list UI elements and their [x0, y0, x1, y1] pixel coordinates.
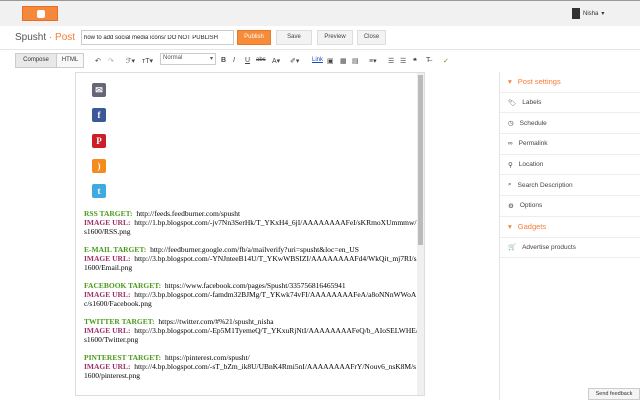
target-url: http://feedburner.google.com/fb/a/mailve… [150, 245, 359, 254]
link-entry: TWITTER TARGET: https://twitter.com/#%21… [84, 317, 419, 344]
text-color-icon[interactable]: A▾ [272, 57, 280, 65]
spellcheck-icon[interactable]: ✓ [443, 57, 449, 65]
sidebar-item-permalink[interactable]: ∞ Permalink [500, 134, 640, 155]
underline-icon[interactable]: U [245, 57, 250, 64]
scrollbar[interactable] [417, 73, 424, 395]
target-label: E-MAIL TARGET: [84, 245, 147, 254]
italic-icon[interactable]: I [233, 57, 235, 64]
link-entry: E-MAIL TARGET: http://feedburner.google.… [84, 245, 419, 272]
post-body-editor[interactable]: ✉ f P ) t RSS TARGET: http://feeds.feedb… [75, 72, 425, 396]
image-url-label: IMAGE URL: [84, 362, 131, 371]
account-menu[interactable]: Nisha ▾ [572, 8, 604, 19]
pin-icon: ⚲ [508, 161, 513, 169]
top-bar: Nisha ▾ [0, 0, 640, 26]
email-icon: ✉ [92, 83, 106, 97]
target-label: FACEBOOK TARGET: [84, 281, 162, 290]
jump-break-icon[interactable]: ▤ [352, 57, 359, 65]
image-url: http://4.bp.blogspot.com/-sT_bZm_ik8U/UB… [84, 362, 417, 380]
link-entry: FACEBOOK TARGET: https://www.facebook.co… [84, 281, 419, 308]
caret-icon: ▾ [508, 77, 512, 87]
sidebar-item-labels[interactable]: 🏷 Labels [500, 93, 640, 114]
image-url: http://3.bp.blogspot.com/-Ep5M1TyemeQ/T_… [84, 326, 418, 344]
bold-icon[interactable]: B [221, 57, 226, 64]
post-settings-header[interactable]: ▾ Post settings [500, 72, 640, 93]
image-url-label: IMAGE URL: [84, 218, 131, 227]
sidebar-item-search-description[interactable]: ⌕ Search Description [500, 175, 640, 197]
target-url: https://pinterest.com/spusht/ [164, 353, 250, 362]
target-url: https://www.facebook.com/pages/Spusht/33… [164, 281, 346, 290]
section-name: Post [55, 32, 76, 43]
image-url-label: IMAGE URL: [84, 326, 131, 335]
save-button[interactable]: Save [276, 30, 312, 45]
gear-icon: ⚙ [508, 202, 514, 210]
undo-icon[interactable]: ↶ [95, 57, 101, 65]
html-tab[interactable]: HTML [56, 53, 84, 68]
twitter-icon: t [92, 184, 106, 198]
clock-icon: ◷ [508, 120, 514, 128]
image-url-label: IMAGE URL: [84, 254, 131, 263]
link-icon: ∞ [508, 140, 513, 148]
font-family-icon[interactable]: ℱ▾ [126, 57, 135, 65]
remove-formatting-icon[interactable]: T̶ [426, 57, 430, 64]
user-name: Nisha [583, 10, 599, 17]
cart-icon: 🛒 [508, 244, 517, 252]
target-label: RSS TARGET: [84, 209, 133, 218]
chevron-down-icon: ▾ [601, 11, 605, 17]
post-settings-sidebar: ▾ Post settings 🏷 Labels ◷ Schedule ∞ Permal… [499, 72, 640, 400]
post-content: RSS TARGET: http://feeds.feedburner.com/… [84, 209, 419, 389]
sidebar-item-advertise-products[interactable]: 🛒 Advertise products [500, 238, 640, 259]
image-url: http://3.bp.blogspot.com/-YNJnteeB14U/T_… [84, 254, 417, 272]
numbered-list-icon[interactable]: ☰ [388, 57, 394, 65]
target-url: http://feeds.feedburner.com/spusht [136, 209, 241, 218]
tag-icon: 🏷 [508, 99, 517, 107]
sidebar-item-schedule[interactable]: ◷ Schedule [500, 113, 640, 135]
scrollbar-thumb[interactable] [418, 75, 423, 245]
post-title-input[interactable] [81, 30, 234, 45]
blogger-logo[interactable] [22, 6, 58, 21]
breadcrumb: Spusht · Post [15, 32, 75, 43]
post-bar: Spusht · Post Publish Save Preview Close [0, 26, 640, 50]
align-icon[interactable]: ≡▾ [369, 57, 377, 65]
highlight-icon[interactable]: ✐▾ [290, 57, 299, 65]
gadgets-header[interactable]: ▾ Gadgets [500, 217, 640, 238]
publish-button[interactable]: Publish [237, 30, 271, 45]
format-select[interactable]: Normal ▾ [160, 53, 216, 65]
image-url: http://3.bp.blogspot.com/-famdm32BJMg/T_… [84, 290, 417, 308]
rss-icon: ) [92, 159, 106, 173]
redo-icon[interactable]: ↷ [108, 57, 114, 65]
editor-toolbar: Compose HTML ↶ ↷ ℱ▾ ᴛT▾ Normal ▾ B I U ab… [0, 50, 640, 71]
font-size-icon[interactable]: ᴛT▾ [142, 57, 153, 65]
link-button[interactable]: Link [312, 57, 323, 63]
sidebar-item-options[interactable]: ⚙ Options [500, 196, 640, 217]
link-entry: RSS TARGET: http://feeds.feedburner.com/… [84, 209, 419, 236]
pinterest-icon: P [92, 134, 106, 148]
quote-icon[interactable]: ❝ [413, 57, 417, 65]
target-label: TWITTER TARGET: [84, 317, 155, 326]
target-label: PINTEREST TARGET: [84, 353, 162, 362]
video-icon[interactable]: ▦ [340, 57, 347, 65]
send-feedback-button[interactable]: Send feedback [588, 388, 640, 400]
image-icon[interactable]: ▣ [327, 57, 334, 65]
link-entry: PINTEREST TARGET: https://pinterest.com/… [84, 353, 419, 380]
compose-tab[interactable]: Compose [15, 53, 57, 68]
preview-button[interactable]: Preview [317, 30, 353, 45]
caret-icon: ▾ [508, 222, 512, 232]
image-url-label: IMAGE URL: [84, 290, 131, 299]
close-button[interactable]: Close [357, 30, 386, 45]
avatar [572, 8, 580, 19]
blog-name[interactable]: Spusht [15, 32, 46, 43]
search-icon: ⌕ [508, 181, 512, 189]
target-url: https://twitter.com/#%21/spusht_nisha [158, 317, 274, 326]
image-url: http://1.bp.blogspot.com/-jv7Nn3SerHk/T_… [84, 218, 417, 236]
bulleted-list-icon[interactable]: ☰ [400, 57, 406, 65]
separator: · [46, 32, 56, 43]
sidebar-item-location[interactable]: ⚲ Location [500, 155, 640, 176]
facebook-icon: f [92, 108, 106, 122]
strikethrough-icon[interactable]: abc [256, 57, 266, 63]
